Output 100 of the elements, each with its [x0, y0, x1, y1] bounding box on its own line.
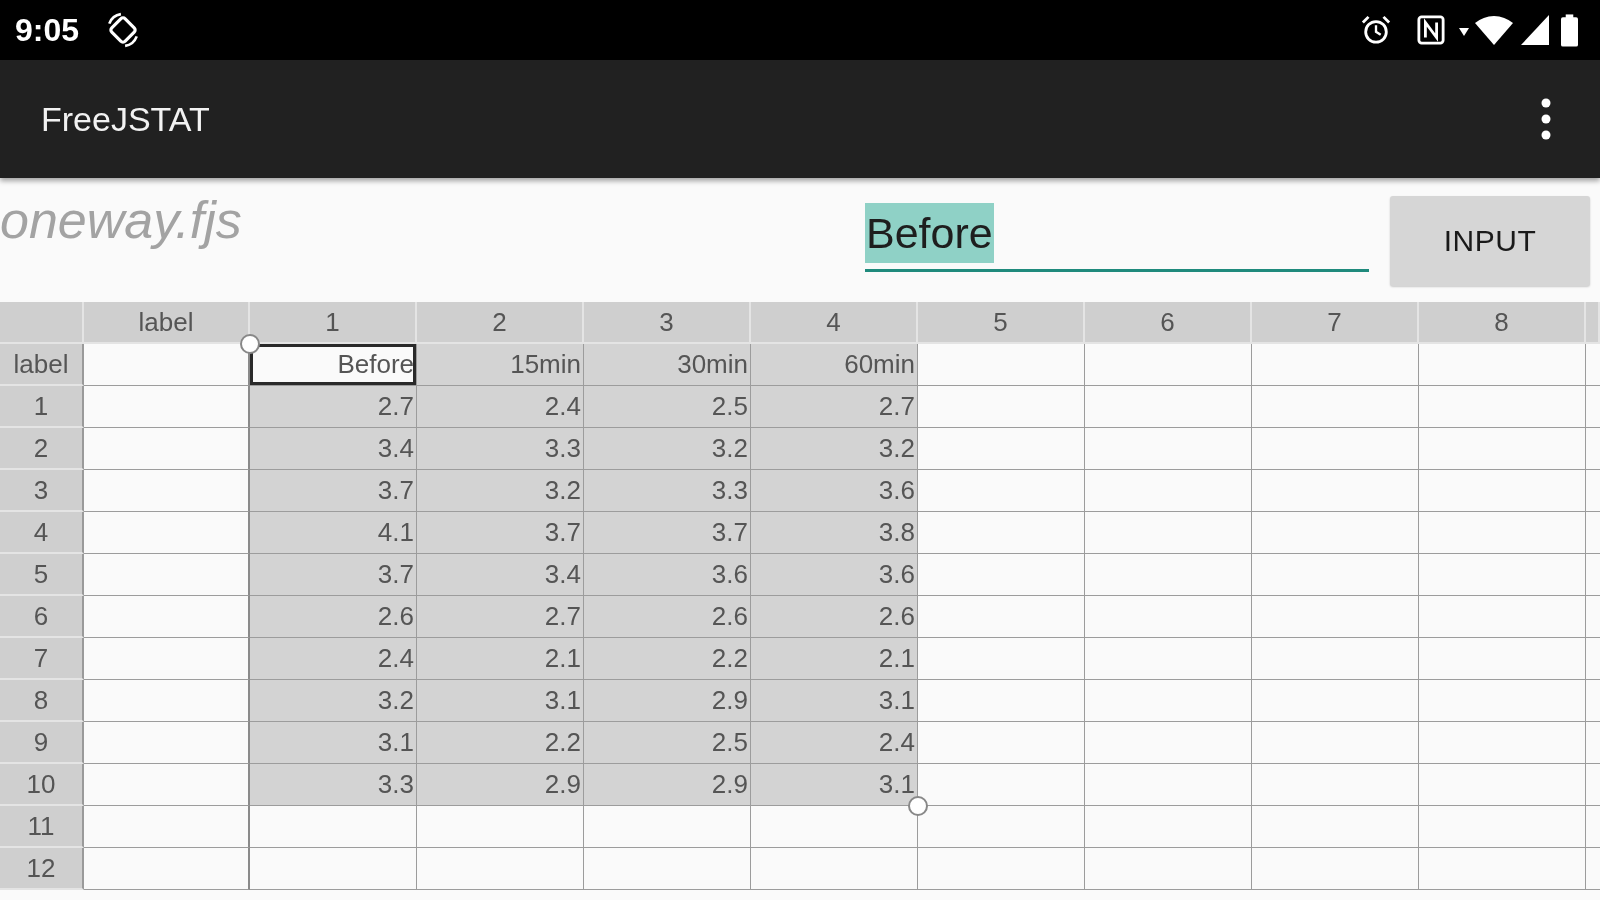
selection-handle[interactable]	[240, 334, 260, 354]
table-cell[interactable]: 3.4	[250, 428, 417, 470]
column-header[interactable]: 8	[1419, 302, 1586, 344]
text-field[interactable]: Before	[865, 204, 1369, 272]
table-cell[interactable]: 2.2	[584, 638, 751, 680]
empty-cell[interactable]	[1252, 344, 1419, 386]
row-header[interactable]: 2	[0, 428, 84, 470]
empty-cell[interactable]	[1252, 386, 1419, 428]
empty-cell[interactable]	[1085, 806, 1252, 848]
table-cell[interactable]: 3.7	[250, 554, 417, 596]
table-cell[interactable]: 2.9	[417, 764, 584, 806]
empty-cell[interactable]	[1085, 848, 1252, 890]
table-cell[interactable]: 3.2	[417, 470, 584, 512]
empty-cell[interactable]	[250, 806, 417, 848]
table-cell[interactable]: 60min	[751, 344, 918, 386]
column-header[interactable]: label	[84, 302, 250, 344]
empty-cell[interactable]	[1085, 722, 1252, 764]
table-cell[interactable]: 3.6	[584, 554, 751, 596]
table-cell[interactable]: 3.7	[417, 512, 584, 554]
table-cell[interactable]: 15min	[417, 344, 584, 386]
table-cell[interactable]: 3.8	[751, 512, 918, 554]
more-options-button[interactable]	[1541, 98, 1551, 140]
column-header[interactable]: 5	[918, 302, 1085, 344]
table-cell[interactable]: 2.5	[584, 386, 751, 428]
column-header[interactable]: 6	[1085, 302, 1252, 344]
empty-cell[interactable]	[1419, 428, 1586, 470]
column-header[interactable]: 1	[250, 302, 417, 344]
table-cell[interactable]: 2.5	[584, 722, 751, 764]
column-header[interactable]: 4	[751, 302, 918, 344]
table-cell[interactable]: Before	[250, 344, 417, 386]
row-header[interactable]: 9	[0, 722, 84, 764]
empty-cell[interactable]	[1419, 680, 1586, 722]
row-header[interactable]: 7	[0, 638, 84, 680]
row-header[interactable]: 5	[0, 554, 84, 596]
empty-cell[interactable]	[1252, 806, 1419, 848]
table-cell[interactable]: 2.7	[250, 386, 417, 428]
table-cell[interactable]: 3.3	[584, 470, 751, 512]
empty-cell[interactable]	[751, 848, 918, 890]
empty-cell[interactable]	[1085, 428, 1252, 470]
empty-cell[interactable]	[1252, 848, 1419, 890]
empty-cell[interactable]	[1252, 680, 1419, 722]
empty-cell[interactable]	[1252, 722, 1419, 764]
empty-cell[interactable]	[1085, 596, 1252, 638]
table-cell[interactable]: 2.2	[417, 722, 584, 764]
table-cell[interactable]: 3.2	[250, 680, 417, 722]
empty-cell[interactable]	[1085, 764, 1252, 806]
table-cell[interactable]: 2.7	[751, 386, 918, 428]
empty-cell[interactable]	[1252, 764, 1419, 806]
column-header[interactable]: 2	[417, 302, 584, 344]
empty-cell[interactable]	[1419, 806, 1586, 848]
table-cell[interactable]: 3.6	[751, 554, 918, 596]
table-cell[interactable]: 2.1	[417, 638, 584, 680]
empty-cell[interactable]	[1252, 596, 1419, 638]
empty-cell[interactable]	[1419, 848, 1586, 890]
row-header[interactable]: 3	[0, 470, 84, 512]
empty-cell[interactable]	[1085, 386, 1252, 428]
empty-cell[interactable]	[1085, 638, 1252, 680]
table-cell[interactable]: 3.2	[751, 428, 918, 470]
empty-cell[interactable]	[1419, 638, 1586, 680]
empty-cell[interactable]	[1252, 638, 1419, 680]
row-header[interactable]: 4	[0, 512, 84, 554]
table-cell[interactable]: 2.7	[417, 596, 584, 638]
empty-cell[interactable]	[1419, 764, 1586, 806]
selection-handle[interactable]	[908, 796, 928, 816]
row-header[interactable]: 1	[0, 386, 84, 428]
empty-cell[interactable]	[1085, 680, 1252, 722]
table-cell[interactable]: 3.1	[417, 680, 584, 722]
table-cell[interactable]: 2.6	[584, 596, 751, 638]
empty-cell[interactable]	[1252, 512, 1419, 554]
table-cell[interactable]: 3.6	[751, 470, 918, 512]
table-cell[interactable]: 3.1	[250, 722, 417, 764]
empty-cell[interactable]	[584, 806, 751, 848]
table-cell[interactable]: 3.3	[417, 428, 584, 470]
empty-cell[interactable]	[1419, 386, 1586, 428]
empty-cell[interactable]	[1419, 722, 1586, 764]
empty-cell[interactable]	[417, 848, 584, 890]
row-header[interactable]: label	[0, 344, 84, 386]
column-header[interactable]: 3	[584, 302, 751, 344]
table-cell[interactable]: 3.4	[417, 554, 584, 596]
empty-cell[interactable]	[1419, 512, 1586, 554]
table-cell[interactable]: 30min	[584, 344, 751, 386]
empty-cell[interactable]	[1252, 554, 1419, 596]
table-cell[interactable]: 2.4	[250, 638, 417, 680]
empty-cell[interactable]	[1085, 554, 1252, 596]
row-header[interactable]: 11	[0, 806, 84, 848]
table-cell[interactable]: 3.1	[751, 680, 918, 722]
table-cell[interactable]: 3.3	[250, 764, 417, 806]
table-cell[interactable]: 3.2	[584, 428, 751, 470]
row-header[interactable]: 12	[0, 848, 84, 890]
empty-cell[interactable]	[1085, 344, 1252, 386]
table-cell[interactable]: 2.4	[751, 722, 918, 764]
table-cell[interactable]: 3.7	[584, 512, 751, 554]
table-cell[interactable]: 3.1	[751, 764, 918, 806]
empty-cell[interactable]	[918, 848, 1085, 890]
column-header[interactable]: 7	[1252, 302, 1419, 344]
empty-cell[interactable]	[1085, 470, 1252, 512]
table-cell[interactable]: 2.1	[751, 638, 918, 680]
table-cell[interactable]: 2.6	[250, 596, 417, 638]
empty-cell[interactable]	[1419, 596, 1586, 638]
empty-cell[interactable]	[1252, 428, 1419, 470]
